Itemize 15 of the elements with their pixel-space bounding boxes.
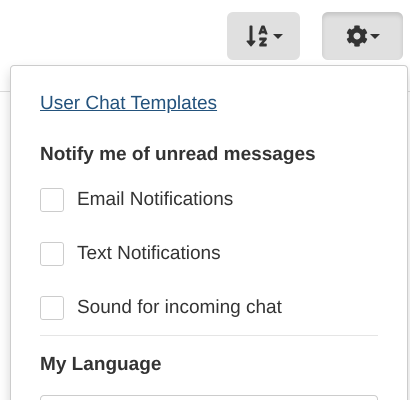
notification-checkbox[interactable] [40, 296, 64, 320]
notify-heading: Notify me of unread messages [40, 142, 317, 166]
notification-checkbox[interactable] [40, 188, 64, 212]
settings-button[interactable] [322, 12, 403, 60]
option-label: Sound for incoming chat [77, 296, 282, 320]
settings-icon [346, 25, 368, 47]
option-label: Email Notifications [77, 188, 234, 212]
caret-icon [272, 34, 282, 38]
notification-checkbox[interactable] [40, 242, 64, 266]
caret-icon [370, 34, 380, 38]
sort-button[interactable] [227, 12, 300, 60]
sort-alpha-icon [244, 24, 268, 48]
language-heading: My Language [40, 353, 162, 377]
option-label: Text Notifications [77, 242, 221, 266]
templates-link[interactable]: User Chat Templates [40, 93, 218, 114]
